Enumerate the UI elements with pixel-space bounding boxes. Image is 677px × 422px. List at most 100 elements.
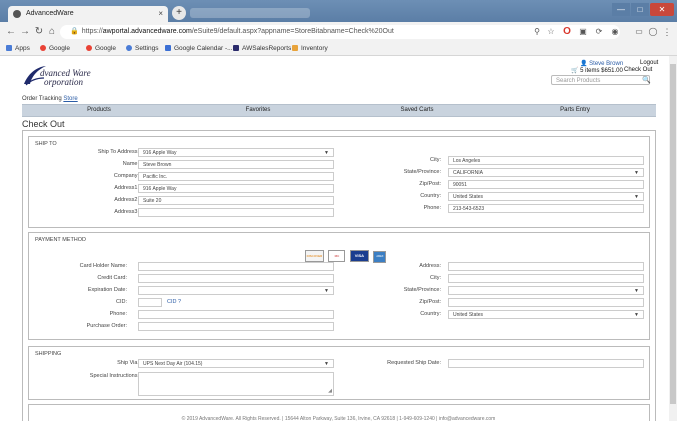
credit-card-field[interactable] — [138, 274, 334, 283]
checkout-link[interactable]: Check Out — [624, 67, 652, 73]
billing-address-field[interactable] — [448, 262, 644, 271]
profile-icon[interactable]: ◯ — [646, 24, 660, 40]
phone-field[interactable]: 213-543-6523 — [448, 204, 644, 213]
accepted-cards: DISCOVER MC VISA AMEX — [305, 244, 387, 263]
browser-tab-bar: AdvancedWare × + — □ ✕ — [0, 0, 677, 22]
payment-method-panel: PAYMENT METHOD DISCOVER MC VISA AMEX Car… — [28, 232, 650, 340]
shield-extension-icon[interactable]: ◉ — [608, 24, 622, 40]
discover-card-icon: DISCOVER — [305, 250, 324, 262]
name-field[interactable]: Steve Brown — [138, 160, 334, 169]
user-name-link[interactable]: 👤 Steve Brown — [580, 60, 623, 67]
maximize-icon[interactable]: □ — [631, 3, 649, 16]
bookmarks-bar: Apps Google Google Settings Google Calen… — [0, 42, 677, 56]
zip-field[interactable]: 90051 — [448, 180, 644, 189]
extension-icon[interactable]: ▣ — [576, 24, 590, 40]
address1-field[interactable]: 916 Apple Way — [138, 184, 334, 193]
bookmark-awsalesreports[interactable]: AWSalesReports — [233, 42, 291, 55]
inventory-icon — [292, 45, 298, 51]
menu-saved-carts[interactable]: Saved Carts — [340, 105, 494, 116]
star-icon[interactable]: ☆ — [544, 24, 558, 40]
billing-state-label: State/Province: — [403, 287, 441, 293]
billing-zip-label: Zip/Post: — [419, 299, 441, 305]
crumb-order-tracking[interactable]: Order Tracking — [22, 96, 62, 102]
browser-toolbar: ← → ↻ ⌂ 🔒 https://awportal.advancedware.c… — [0, 22, 677, 42]
bookmark-google-1[interactable]: Google — [40, 42, 70, 55]
home-icon[interactable]: ⌂ — [45, 24, 59, 40]
expiration-select[interactable]: ▼ — [138, 286, 334, 295]
calendar-icon — [165, 45, 171, 51]
sync-extension-icon[interactable]: ⟳ — [592, 24, 606, 40]
ship-via-select[interactable]: UPS Next Day Air (104.15) ▼ — [138, 359, 334, 368]
close-window-icon[interactable]: ✕ — [650, 3, 674, 16]
purchase-order-field[interactable] — [138, 322, 334, 331]
scrollbar-thumb[interactable] — [670, 64, 676, 404]
zoom-icon[interactable]: ⚲ — [530, 24, 544, 40]
requested-ship-date-field[interactable] — [448, 359, 644, 368]
cart-summary[interactable]: 🛒 5 items $651.00 — [571, 67, 623, 74]
cast-icon[interactable]: ▭ — [632, 24, 646, 40]
search-products-input[interactable]: Search Products — [551, 75, 650, 85]
billing-state-select[interactable]: ▼ — [448, 286, 644, 295]
card-holder-field[interactable] — [138, 262, 334, 271]
ship-to-address-select[interactable]: 916 Apple Way ▼ — [138, 148, 334, 157]
google-icon — [40, 45, 46, 51]
minimize-icon[interactable]: — — [612, 3, 630, 16]
country-select[interactable]: United States ▼ — [448, 192, 644, 201]
reload-icon[interactable]: ↻ — [32, 24, 46, 40]
billing-country-select[interactable]: United States ▼ — [448, 310, 644, 319]
menu-dots-icon[interactable]: ⋮ — [660, 24, 674, 40]
cid-field[interactable] — [138, 298, 162, 307]
address3-field[interactable] — [138, 208, 334, 217]
menu-favorites[interactable]: Favorites — [176, 105, 340, 116]
billing-zip-field[interactable] — [448, 298, 644, 307]
back-icon[interactable]: ← — [4, 24, 18, 40]
expiration-label: Expiration Date: — [87, 287, 127, 293]
opera-extension-icon[interactable]: O — [560, 24, 574, 40]
payment-phone-field[interactable] — [138, 310, 334, 319]
zip-label: Zip/Post: — [419, 181, 441, 187]
crumb-store[interactable]: Store — [63, 96, 77, 102]
forward-icon[interactable]: → — [18, 24, 32, 40]
chevron-down-icon: ▼ — [634, 170, 639, 176]
search-icon[interactable]: 🔍 — [642, 76, 651, 84]
company-field[interactable]: Pacific Inc. — [138, 172, 334, 181]
logo-text-line2: orporation — [44, 77, 84, 87]
logout-link[interactable]: Logout — [640, 60, 658, 66]
special-instructions-textarea[interactable]: ◢ — [138, 372, 334, 396]
menu-products[interactable]: Products — [22, 105, 176, 116]
city-field[interactable]: Los Angeles — [448, 156, 644, 165]
bookmark-settings[interactable]: Settings — [126, 42, 159, 55]
address3-label: Address3: — [114, 209, 139, 215]
amex-card-icon: AMEX — [373, 251, 387, 263]
bookmark-inventory[interactable]: Inventory — [292, 42, 328, 55]
visa-card-icon: VISA — [349, 250, 369, 262]
store-menu-bar: Products Favorites Saved Carts Parts Ent… — [22, 104, 656, 117]
billing-city-field[interactable] — [448, 274, 644, 283]
new-tab-button[interactable]: + — [172, 6, 186, 20]
browser-tab[interactable]: AdvancedWare × — [8, 6, 168, 22]
payment-phone-label: Phone: — [109, 311, 127, 317]
footer-text: © 2019 AdvancedWare. All Rights Reserved… — [181, 416, 496, 422]
bookmark-google-calendar[interactable]: Google Calendar -... — [165, 42, 233, 55]
address1-label: Address1: — [114, 185, 139, 191]
phone-label: Phone: — [423, 205, 441, 211]
bookmark-apps[interactable]: Apps — [6, 42, 30, 55]
site-favicon-icon — [13, 10, 21, 18]
chevron-down-icon: ▼ — [634, 312, 639, 318]
google-icon — [86, 45, 92, 51]
ship-to-address-label: Ship To Address: — [97, 149, 139, 155]
resize-handle-icon[interactable]: ◢ — [328, 387, 332, 395]
cid-help-link[interactable]: CID ? — [167, 299, 181, 305]
state-select[interactable]: CALIFORNIA ▼ — [448, 168, 644, 177]
shipping-title: SHIPPING — [35, 351, 62, 357]
background-tab[interactable] — [190, 8, 310, 18]
close-tab-icon[interactable]: × — [158, 6, 163, 22]
credit-card-label: Credit Card: — [97, 275, 127, 281]
address2-field[interactable]: Suite 20 — [138, 196, 334, 205]
page-title: Check Out — [22, 119, 65, 129]
url-protocol: https:// — [81, 28, 103, 35]
menu-parts-entry[interactable]: Parts Entry — [494, 105, 656, 116]
report-icon — [233, 45, 239, 51]
lock-icon: 🔒 — [70, 28, 79, 35]
bookmark-google-2[interactable]: Google — [86, 42, 116, 55]
